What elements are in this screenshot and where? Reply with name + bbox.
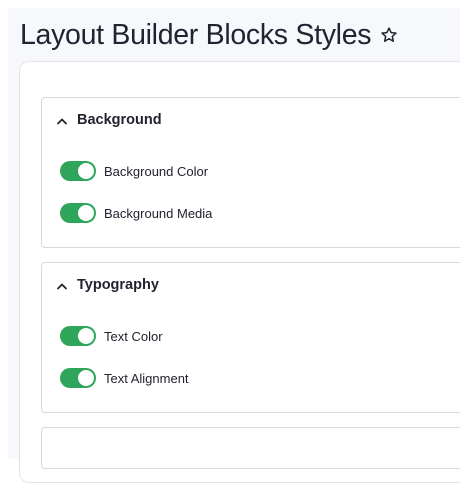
section-next (41, 427, 460, 469)
toggle-label: Background Media (104, 205, 213, 221)
toggle-label: Background Color (104, 163, 209, 179)
page-header: Layout Builder Blocks Styles (20, 21, 398, 50)
toggle-knob (78, 370, 94, 386)
text-color-toggle[interactable] (60, 326, 96, 346)
toggle-label: Text Alignment (104, 370, 189, 386)
background-color-toggle[interactable] (60, 161, 96, 181)
toggle-row-background-color: Background Color (60, 161, 208, 181)
page-title: Layout Builder Blocks Styles (20, 19, 372, 51)
toggle-knob (78, 328, 94, 344)
section-background: Background Background Color Background M… (41, 97, 460, 248)
toggle-label: Text Color (104, 328, 163, 344)
section-title: Typography (77, 277, 159, 293)
toggle-row-text-alignment: Text Alignment (60, 368, 189, 388)
text-alignment-toggle[interactable] (60, 368, 96, 388)
section-background-summary[interactable]: Background (56, 112, 162, 128)
toggle-knob (78, 205, 94, 221)
star-icon[interactable] (380, 26, 398, 44)
chevron-up-icon (56, 279, 68, 291)
section-typography-summary[interactable]: Typography (56, 277, 159, 293)
background-media-toggle[interactable] (60, 203, 96, 223)
section-typography: Typography Text Color Text Alignment (41, 262, 460, 413)
toggle-knob (78, 163, 94, 179)
toggle-row-text-color: Text Color (60, 326, 163, 346)
toggle-row-background-media: Background Media (60, 203, 212, 223)
section-title: Background (77, 112, 162, 128)
chevron-up-icon (56, 114, 68, 126)
